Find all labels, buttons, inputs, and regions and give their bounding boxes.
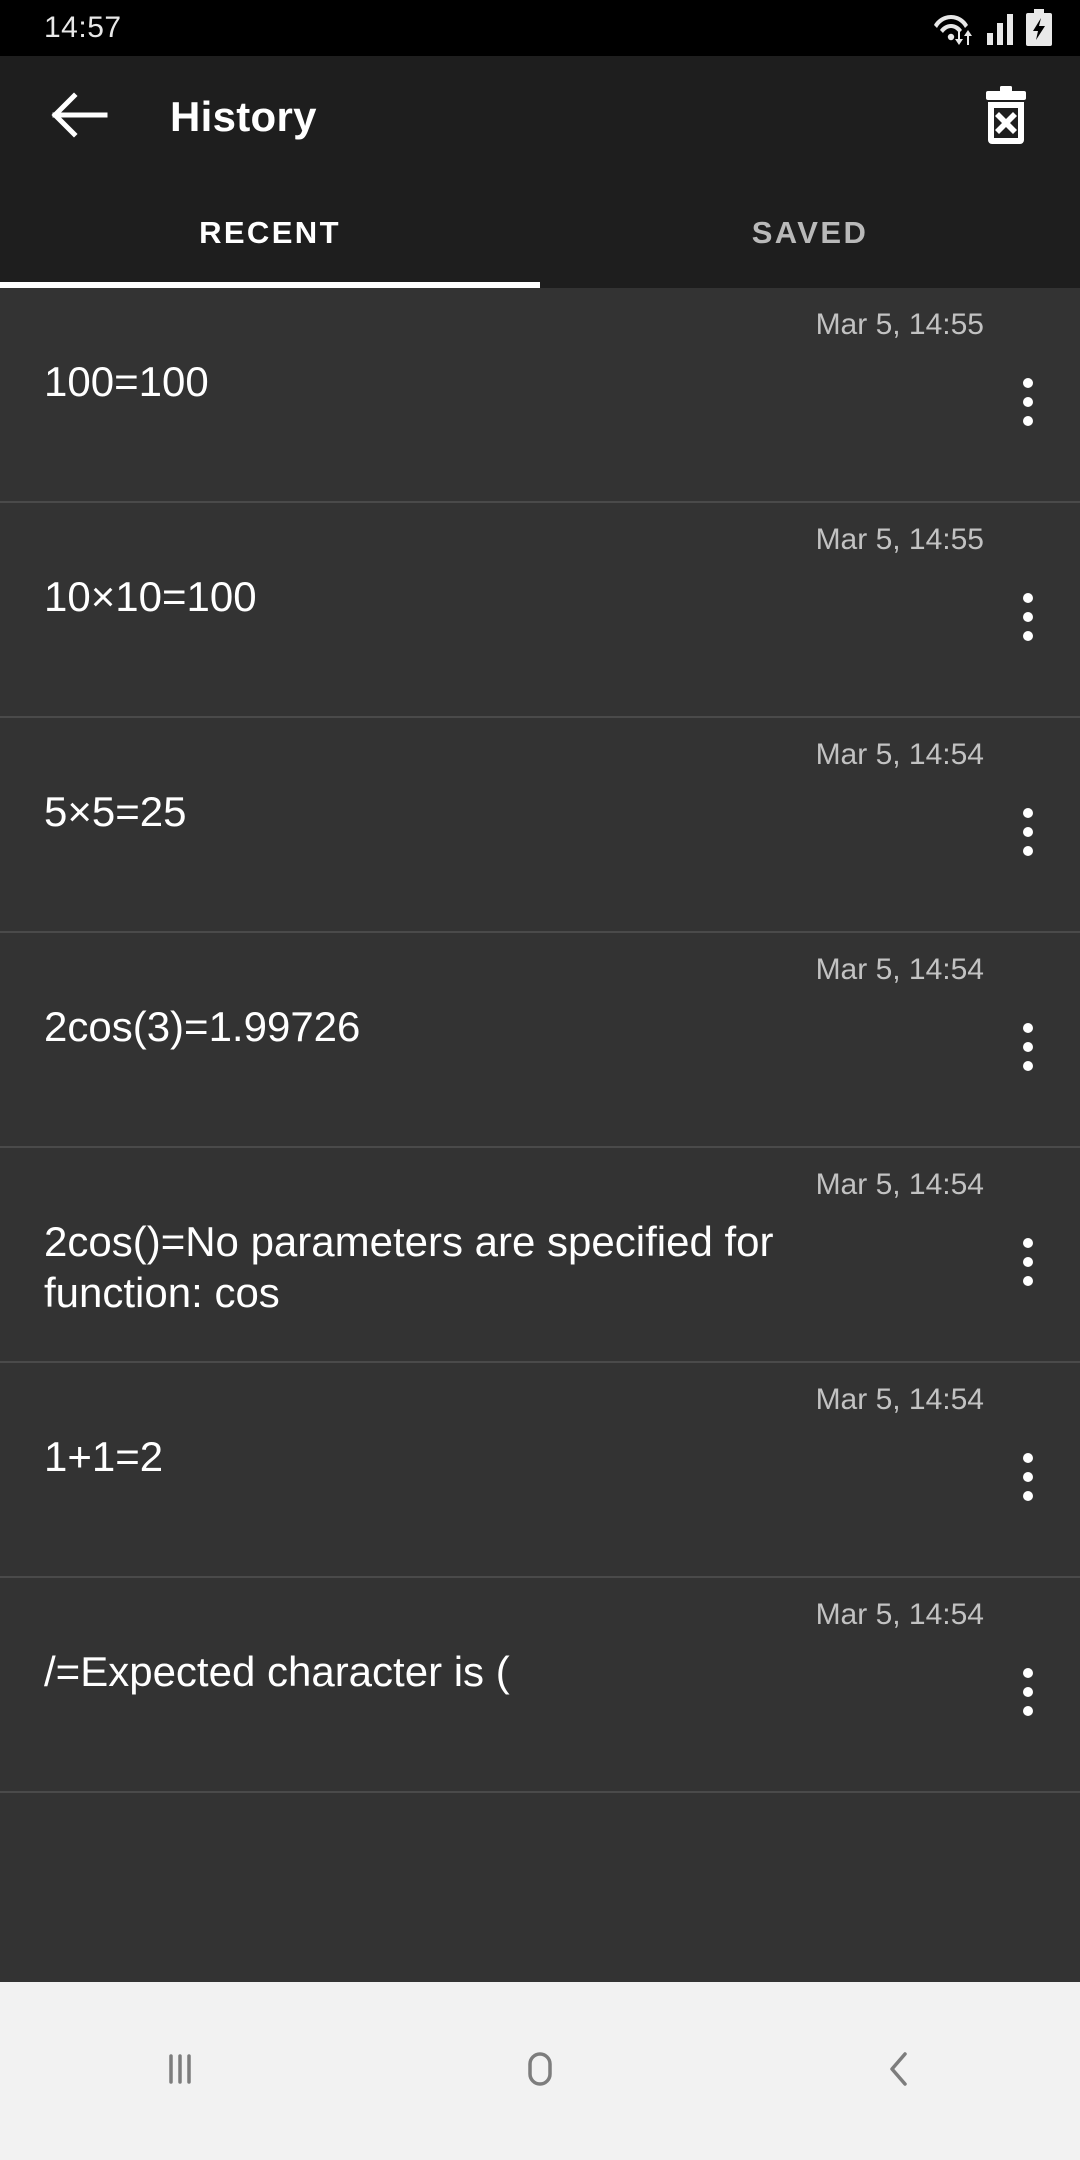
- history-item-expression: 100=100: [44, 357, 209, 405]
- clear-history-button[interactable]: [968, 79, 1044, 155]
- history-item-date: Mar 5, 14:54: [815, 1168, 984, 1201]
- cellular-signal-icon: [986, 10, 1016, 46]
- history-item-date: Mar 5, 14:54: [815, 1383, 984, 1416]
- overflow-menu-icon[interactable]: [1000, 366, 1056, 438]
- list-item[interactable]: Mar 5, 14:54 5×5=25: [0, 718, 1080, 933]
- back-button[interactable]: [825, 2011, 975, 2131]
- system-navigation-bar: [0, 1982, 1080, 2160]
- history-item-expression: /=Expected character is (: [44, 1647, 510, 1695]
- history-item-expression: 10×10=100: [44, 572, 257, 620]
- status-icon-group: [934, 9, 1054, 47]
- app-bar: History: [0, 56, 1080, 178]
- list-item[interactable]: Mar 5, 14:54 1+1=2: [0, 1363, 1080, 1578]
- history-item-expression: 5×5=25: [44, 787, 187, 835]
- wifi-transfer-icon: [934, 10, 978, 46]
- history-item-expression: 1+1=2: [44, 1432, 164, 1480]
- page-title: History: [170, 93, 317, 140]
- tab-saved[interactable]: SAVED: [540, 178, 1080, 288]
- overflow-menu-icon[interactable]: [1000, 581, 1056, 653]
- delete-all-icon: [976, 83, 1036, 152]
- status-clock: 14:57: [44, 11, 122, 44]
- overflow-menu-icon[interactable]: [1000, 796, 1056, 868]
- list-empty-space: [0, 1793, 1080, 1915]
- back-navigation-button[interactable]: [44, 81, 116, 153]
- history-list[interactable]: Mar 5, 14:55 100=100 Mar 5, 14:55 10×10=…: [0, 288, 1080, 1982]
- list-item[interactable]: Mar 5, 14:55 10×10=100: [0, 503, 1080, 718]
- home-icon: [516, 2045, 564, 2098]
- list-item[interactable]: Mar 5, 14:54 2cos()=No parameters are sp…: [0, 1148, 1080, 1363]
- battery-charging-icon: [1024, 9, 1054, 47]
- overflow-menu-icon[interactable]: [1000, 1011, 1056, 1083]
- overflow-menu-icon[interactable]: [1000, 1226, 1056, 1298]
- home-button[interactable]: [465, 2011, 615, 2131]
- history-item-expression: 2cos(3)=1.99726: [44, 1002, 361, 1050]
- tab-bar: RECENT SAVED: [0, 178, 1080, 288]
- recents-button[interactable]: [105, 2011, 255, 2131]
- list-item[interactable]: Mar 5, 14:55 100=100: [0, 288, 1080, 503]
- overflow-menu-icon[interactable]: [1000, 1441, 1056, 1513]
- history-item-date: Mar 5, 14:54: [815, 1598, 984, 1631]
- overflow-menu-icon[interactable]: [1000, 1656, 1056, 1728]
- history-item-date: Mar 5, 14:55: [815, 523, 984, 556]
- recents-icon: [156, 2045, 204, 2098]
- history-item-date: Mar 5, 14:54: [815, 738, 984, 771]
- list-item[interactable]: Mar 5, 14:54 2cos(3)=1.99726: [0, 933, 1080, 1148]
- status-bar: 14:57: [0, 0, 1080, 56]
- history-item-date: Mar 5, 14:55: [815, 308, 984, 341]
- history-item-expression: 2cos()=No parameters are specified for f…: [44, 1217, 774, 1316]
- tab-recent[interactable]: RECENT: [0, 178, 540, 288]
- history-screen: 14:57 History RECENT SAVED Mar 5, 14:55 …: [0, 0, 1080, 2160]
- back-chevron-icon: [876, 2045, 924, 2098]
- list-item[interactable]: Mar 5, 14:54 /=Expected character is (: [0, 1578, 1080, 1793]
- history-item-date: Mar 5, 14:54: [815, 953, 984, 986]
- back-arrow-icon: [51, 91, 109, 143]
